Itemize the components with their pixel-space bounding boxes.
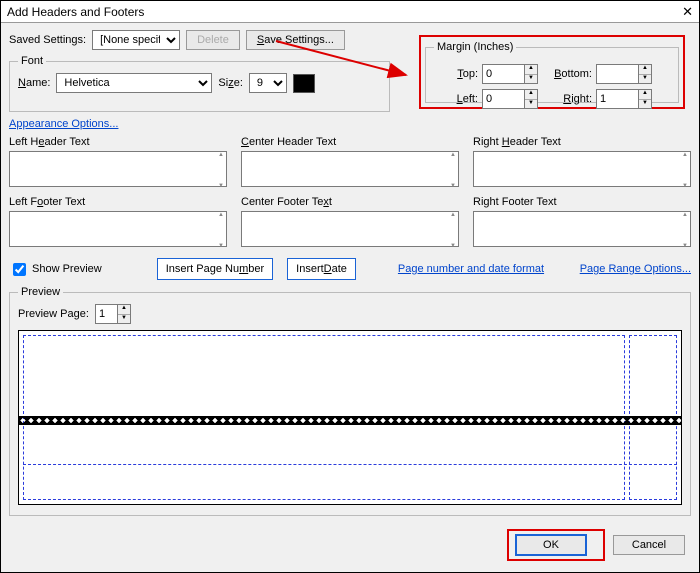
preview-canvas (18, 330, 682, 505)
center-footer-label: Center Footer Text (241, 196, 459, 208)
titlebar: Add Headers and Footers ✕ (1, 1, 699, 23)
margin-right-spinner[interactable]: ▲▼ (596, 89, 652, 109)
font-legend: Font (18, 55, 46, 67)
ok-button[interactable]: OK (515, 534, 587, 556)
cancel-button[interactable]: Cancel (613, 535, 685, 555)
mid-row: Show Preview Insert Page Number Insert D… (9, 258, 691, 280)
insert-page-number-button[interactable]: Insert Page Number (157, 258, 273, 280)
margin-legend: Margin (Inches) (434, 41, 516, 53)
margin-bottom-spinner[interactable]: ▲▼ (596, 64, 652, 84)
page-content-graphic (19, 416, 681, 425)
spin-up-icon: ▲ (525, 65, 537, 75)
save-settings-button[interactable]: Save Settings... (246, 30, 345, 50)
page-range-options-link[interactable]: Page Range Options... (580, 263, 691, 275)
close-icon[interactable]: ✕ (682, 4, 693, 20)
preview-page-spinner[interactable]: ▲▼ (95, 304, 131, 324)
margin-top-spinner[interactable]: ▲▼ (482, 64, 538, 84)
center-header-label: Center Header Text (241, 136, 459, 148)
dialog-window: Add Headers and Footers ✕ Saved Settings… (0, 0, 700, 573)
left-header-label: Left Header Text (9, 136, 227, 148)
font-name-select[interactable]: Helvetica (56, 73, 212, 93)
font-size-select[interactable]: 9 (249, 73, 287, 93)
right-footer-text[interactable] (473, 211, 691, 247)
center-footer-text[interactable] (241, 211, 459, 247)
header-text-row: Left Header Text ▲▼ Center Header Text ▲… (9, 136, 691, 190)
footer-text-row: Left Footer Text ▲▼ Center Footer Text ▲… (9, 196, 691, 250)
window-title: Add Headers and Footers (7, 5, 144, 19)
margin-right-label: Right: (542, 93, 592, 105)
margin-top-label: Top: (444, 68, 478, 80)
insert-date-button[interactable]: Insert Date (287, 258, 356, 280)
margin-bottom-label: Bottom: (542, 68, 592, 80)
left-footer-text[interactable] (9, 211, 227, 247)
preview-legend: Preview (18, 286, 63, 298)
right-header-label: Right Header Text (473, 136, 691, 148)
left-header-text[interactable] (9, 151, 227, 187)
margin-left-label: Left: (444, 93, 478, 105)
content: Saved Settings: [None specified] Delete … (1, 23, 699, 523)
spin-down-icon: ▼ (525, 75, 537, 84)
margin-left-spinner[interactable]: ▲▼ (482, 89, 538, 109)
margin-top-input[interactable] (482, 64, 524, 84)
saved-settings-label: Saved Settings: (9, 34, 86, 46)
preview-page-input[interactable] (95, 304, 117, 324)
margin-highlight: Margin (Inches) Top: ▲▼ Bottom: ▲▼ Left: (419, 35, 685, 109)
center-header-text[interactable] (241, 151, 459, 187)
margin-left-input[interactable] (482, 89, 524, 109)
delete-button[interactable]: Delete (186, 30, 240, 50)
font-size-label: Size: (218, 77, 242, 89)
preview-page-label: Preview Page: (18, 308, 89, 320)
font-name-label: Name: (18, 77, 50, 89)
right-header-text[interactable] (473, 151, 691, 187)
button-bar: OK Cancel (507, 529, 685, 561)
page-number-date-format-link[interactable]: Page number and date format (398, 263, 544, 275)
font-color-swatch[interactable] (293, 74, 315, 93)
ok-highlight: OK (507, 529, 605, 561)
saved-settings-select[interactable]: [None specified] (92, 30, 180, 50)
font-group: Font Name: Helvetica Size: 9 (9, 55, 390, 112)
bottom-margin-guide (23, 464, 677, 500)
right-footer-label: Right Footer Text (473, 196, 691, 208)
show-preview-checkbox[interactable]: Show Preview (9, 260, 102, 279)
margin-group: Margin (Inches) Top: ▲▼ Bottom: ▲▼ Left: (425, 41, 679, 103)
appearance-options-link[interactable]: Appearance Options... (9, 118, 118, 130)
margin-bottom-input[interactable] (596, 64, 638, 84)
preview-group: Preview Preview Page: ▲▼ (9, 286, 691, 516)
left-footer-label: Left Footer Text (9, 196, 227, 208)
margin-right-input[interactable] (596, 89, 638, 109)
